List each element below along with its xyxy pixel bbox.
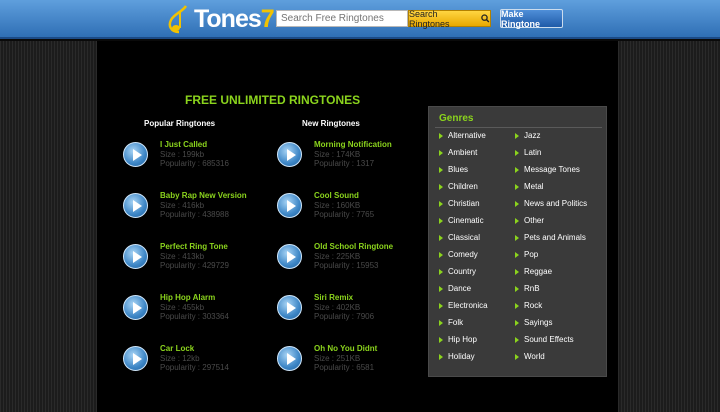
music-note-icon <box>166 4 192 34</box>
ringtone-popularity: Popularity : 685316 <box>160 159 229 168</box>
genre-link[interactable]: Electronica <box>439 301 488 310</box>
genre-link[interactable]: Dance <box>439 284 471 293</box>
ringtone-size: Size : 251KB <box>314 354 361 363</box>
ringtone-popularity: Popularity : 429729 <box>160 261 229 270</box>
play-icon[interactable] <box>277 193 302 218</box>
search-input[interactable] <box>276 10 408 27</box>
play-icon[interactable] <box>277 142 302 167</box>
genre-link[interactable]: Sayings <box>515 318 552 327</box>
ringtone-popularity: Popularity : 6581 <box>314 363 375 372</box>
genre-link[interactable]: Ambient <box>439 148 477 157</box>
genres-panel: Genres Alternative Ambient Blues Children Ch… <box>428 106 607 377</box>
logo-seven: 7 <box>260 4 275 33</box>
list-item: Perfect Ring Tone Size : 413kb Popularity … <box>123 242 273 282</box>
ringtone-name[interactable]: Perfect Ring Tone <box>160 242 228 251</box>
play-icon[interactable] <box>277 295 302 320</box>
ringtone-popularity: Popularity : 438988 <box>160 210 229 219</box>
genre-link[interactable]: World <box>515 352 545 361</box>
play-icon[interactable] <box>277 346 302 371</box>
site-logo[interactable]: Tones7 <box>166 2 275 36</box>
site-header: Tones7 Search Ringtones Make Ringtone <box>0 0 720 39</box>
genre-link[interactable]: Sound Effects <box>515 335 574 344</box>
new-heading: New Ringtones <box>302 119 360 128</box>
ringtone-size: Size : 174KB <box>314 150 361 159</box>
ringtone-name[interactable]: Baby Rap New Version <box>160 191 247 200</box>
ringtone-size: Size : 455kb <box>160 303 205 312</box>
ringtone-popularity: Popularity : 1317 <box>314 159 375 168</box>
genre-link[interactable]: Children <box>439 182 478 191</box>
genre-link[interactable]: Latin <box>515 148 541 157</box>
genres-title: Genres <box>439 113 474 124</box>
page-title: FREE UNLIMITED RINGTONES <box>185 93 361 107</box>
ringtone-name[interactable]: Old School Ringtone <box>314 242 393 251</box>
genre-link[interactable]: Blues <box>439 165 468 174</box>
play-icon[interactable] <box>123 295 148 320</box>
play-icon[interactable] <box>123 193 148 218</box>
ringtone-name[interactable]: Cool Sound <box>314 191 359 200</box>
ringtone-size: Size : 199kb <box>160 150 205 159</box>
list-item: Old School Ringtone Size : 225KB Popularit… <box>277 242 427 282</box>
ringtone-size: Size : 413kb <box>160 252 205 261</box>
popular-heading: Popular Ringtones <box>144 119 216 128</box>
list-item: Oh No You Didnt Size : 251KB Popularity : … <box>277 344 427 384</box>
ringtone-size: Size : 12kb <box>160 354 200 363</box>
search-button[interactable]: Search Ringtones <box>408 8 491 29</box>
genre-link[interactable]: News and Politics <box>515 199 587 208</box>
genre-link[interactable]: Alternative <box>439 131 486 140</box>
ringtone-size: Size : 416kb <box>160 201 205 210</box>
logo-text: Tones <box>194 4 262 33</box>
ringtone-popularity: Popularity : 15953 <box>314 261 379 270</box>
genre-link[interactable]: Metal <box>515 182 544 191</box>
list-item: Hip Hop Alarm Size : 455kb Popularity : 30… <box>123 293 273 333</box>
ringtone-size: Size : 225KB <box>314 252 361 261</box>
make-ringtone-button[interactable]: Make Ringtone <box>500 9 563 29</box>
ringtone-popularity: Popularity : 303364 <box>160 312 229 321</box>
genre-link[interactable]: Reggae <box>515 267 552 276</box>
genre-link[interactable]: RnB <box>515 284 540 293</box>
ringtone-name[interactable]: Oh No You Didnt <box>314 344 377 353</box>
play-icon[interactable] <box>123 346 148 371</box>
genre-link[interactable]: Pets and Animals <box>515 233 586 242</box>
ringtone-name[interactable]: Morning Notification <box>314 140 392 149</box>
genre-link[interactable]: Folk <box>439 318 463 327</box>
ringtone-popularity: Popularity : 7906 <box>314 312 375 321</box>
search-button-label: Search Ringtones <box>409 8 450 29</box>
right-background <box>618 41 720 412</box>
ringtone-name[interactable]: I Just Called <box>160 140 207 149</box>
ringtone-size: Size : 160KB <box>314 201 361 210</box>
genre-link[interactable]: Message Tones <box>515 165 580 174</box>
ringtone-name[interactable]: Hip Hop Alarm <box>160 293 215 302</box>
list-item: Siri Remix Size : 402KB Popularity : 7906 <box>277 293 427 333</box>
play-icon[interactable] <box>277 244 302 269</box>
genre-link[interactable]: Pop <box>515 250 538 259</box>
genre-link[interactable]: Other <box>515 216 544 225</box>
play-icon[interactable] <box>123 244 148 269</box>
genre-link[interactable]: Holiday <box>439 352 475 361</box>
magnifier-icon <box>481 14 490 23</box>
ringtone-name[interactable]: Siri Remix <box>314 293 353 302</box>
genre-link[interactable]: Classical <box>439 233 480 242</box>
genre-link[interactable]: Christian <box>439 199 480 208</box>
play-icon[interactable] <box>123 142 148 167</box>
ringtone-popularity: Popularity : 297514 <box>160 363 229 372</box>
list-item: Morning Notification Size : 174KB Populari… <box>277 140 427 180</box>
genre-link[interactable]: Jazz <box>515 131 540 140</box>
list-item: I Just Called Size : 199kb Popularity : 68… <box>123 140 273 180</box>
list-item: Car Lock Size : 12kb Popularity : 297514 <box>123 344 273 384</box>
genre-link[interactable]: Cinematic <box>439 216 484 225</box>
genre-link[interactable]: Rock <box>515 301 542 310</box>
genre-link[interactable]: Comedy <box>439 250 478 259</box>
genre-link[interactable]: Country <box>439 267 476 276</box>
genres-divider <box>435 127 602 128</box>
ringtone-name[interactable]: Car Lock <box>160 344 194 353</box>
genre-link[interactable]: Hip Hop <box>439 335 477 344</box>
list-item: Cool Sound Size : 160KB Popularity : 7765 <box>277 191 427 231</box>
ringtone-popularity: Popularity : 7765 <box>314 210 375 219</box>
list-item: Baby Rap New Version Size : 416kb Populari… <box>123 191 273 231</box>
ringtone-size: Size : 402KB <box>314 303 361 312</box>
left-background <box>0 41 97 412</box>
